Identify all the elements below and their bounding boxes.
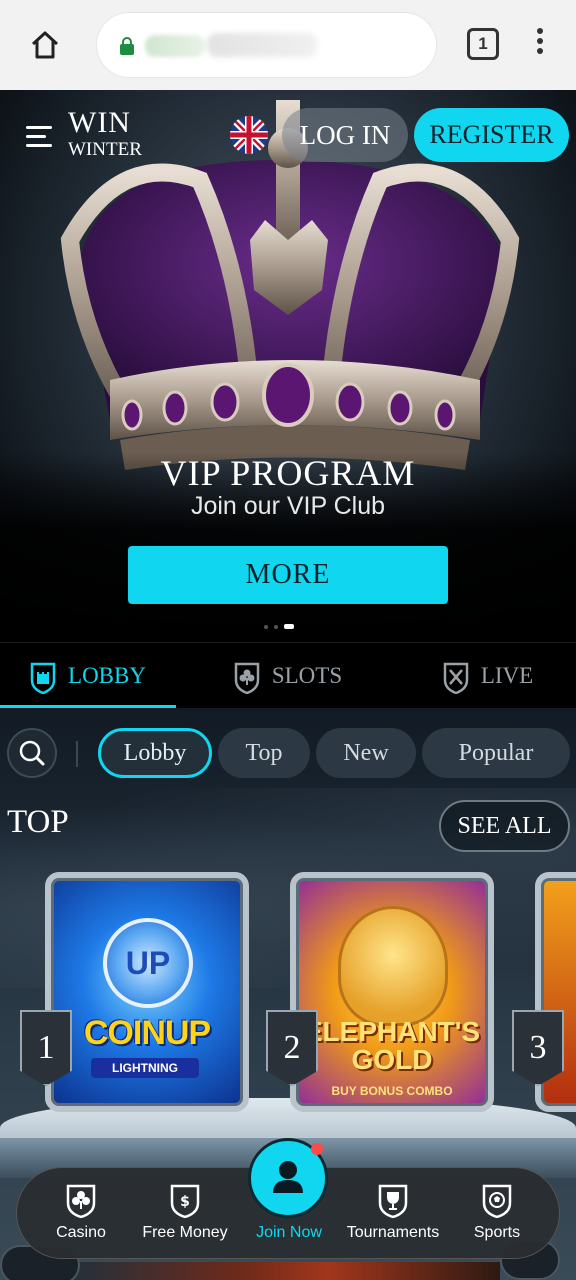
game-title: ELEPHANT'S GOLD bbox=[303, 1016, 481, 1075]
category-tabs: LOBBY SLOTS LIVE bbox=[0, 642, 576, 709]
hero-subtitle: Join our VIP Club bbox=[190, 492, 386, 520]
tab-switcher-button[interactable]: 1 bbox=[467, 28, 499, 60]
search-icon bbox=[19, 740, 45, 766]
carousel-dot[interactable] bbox=[274, 624, 278, 629]
tab-live[interactable]: LIVE bbox=[400, 643, 576, 709]
logo-line1: WIN bbox=[68, 106, 131, 139]
nav-sports[interactable]: Sports bbox=[443, 1168, 551, 1260]
nav-join-now-label: Join Now bbox=[256, 1224, 322, 1241]
tab-slots[interactable]: SLOTS bbox=[200, 643, 376, 709]
game-card-elephants-gold[interactable]: ELEPHANT'S GOLD BUY BONUS COMBO bbox=[290, 872, 494, 1112]
search-button[interactable] bbox=[7, 728, 57, 778]
notification-dot bbox=[311, 1143, 323, 1155]
nav-sports-label: Sports bbox=[473, 1224, 521, 1241]
clover-shield-icon bbox=[234, 662, 260, 695]
home-icon[interactable] bbox=[28, 28, 62, 62]
uk-flag-icon[interactable] bbox=[230, 116, 268, 154]
browser-toolbar: 1 bbox=[0, 0, 576, 90]
tab-lobby-label: LOBBY bbox=[68, 663, 146, 688]
carousel-dot[interactable] bbox=[264, 624, 268, 629]
divider bbox=[76, 741, 78, 767]
url-text-blurred bbox=[145, 35, 205, 57]
trophy-shield-icon bbox=[378, 1184, 408, 1218]
rank-badge: 2 bbox=[266, 1010, 318, 1086]
money-bag-shield-icon: $ bbox=[170, 1184, 200, 1218]
crossed-swords-shield-icon bbox=[443, 662, 469, 695]
hamburger-menu-icon[interactable] bbox=[26, 126, 52, 147]
tab-live-label: LIVE bbox=[480, 663, 534, 688]
soccer-ball-shield-icon bbox=[482, 1184, 512, 1218]
site-logo[interactable]: WIN WINTER bbox=[68, 106, 142, 160]
game-title: COINUP bbox=[83, 1014, 211, 1052]
more-options-icon[interactable] bbox=[530, 28, 550, 62]
login-button[interactable]: LOG IN bbox=[282, 108, 408, 162]
see-all-button[interactable]: SEE ALL bbox=[439, 800, 570, 852]
join-now-button[interactable] bbox=[248, 1138, 328, 1218]
hero-title: VIP PROGRAM bbox=[160, 453, 416, 493]
coin-graphic: UP bbox=[103, 918, 193, 1008]
url-text-blurred bbox=[207, 33, 317, 57]
nav-tournaments-label: Tournaments bbox=[346, 1224, 440, 1241]
carousel-dot-active[interactable] bbox=[284, 624, 294, 630]
address-bar[interactable] bbox=[97, 13, 436, 77]
carousel-indicator[interactable] bbox=[264, 618, 314, 630]
logo-line2: WINTER bbox=[68, 139, 142, 160]
game-subtitle: LIGHTNING bbox=[91, 1058, 199, 1078]
lock-icon bbox=[120, 37, 134, 55]
nav-casino[interactable]: Casino bbox=[27, 1168, 135, 1260]
more-button[interactable]: MORE bbox=[128, 546, 448, 604]
game-card-coinup[interactable]: UP COINUP LIGHTNING bbox=[45, 872, 249, 1112]
section-title: TOP bbox=[7, 804, 69, 840]
register-button[interactable]: REGISTER bbox=[414, 108, 569, 162]
nav-casino-label: Casino bbox=[56, 1224, 106, 1241]
rank-badge: 3 bbox=[512, 1010, 564, 1086]
nav-tournaments[interactable]: Tournaments bbox=[339, 1168, 447, 1260]
next-row-games bbox=[70, 1262, 500, 1280]
nav-free-money[interactable]: $ Free Money bbox=[131, 1168, 239, 1260]
filter-chip-top[interactable]: Top bbox=[218, 728, 310, 778]
tab-slots-label: SLOTS bbox=[271, 663, 343, 688]
filter-chip-new[interactable]: New bbox=[316, 728, 416, 778]
rank-badge: 1 bbox=[20, 1010, 72, 1086]
filter-chip-lobby[interactable]: Lobby bbox=[98, 728, 212, 778]
nav-free-money-label: Free Money bbox=[142, 1224, 228, 1241]
svg-text:$: $ bbox=[180, 1194, 190, 1210]
hero-banner: WIN WINTER LOG IN REGISTER VIP PROGRAM J… bbox=[0, 90, 576, 642]
castle-shield-icon bbox=[30, 662, 56, 695]
elephant-graphic bbox=[338, 906, 448, 1026]
tab-lobby[interactable]: LOBBY bbox=[0, 643, 176, 709]
filter-chip-popular[interactable]: Popular bbox=[422, 728, 570, 778]
clover-shield-icon bbox=[66, 1184, 96, 1218]
game-subtitle: BUY BONUS COMBO bbox=[331, 1084, 453, 1098]
